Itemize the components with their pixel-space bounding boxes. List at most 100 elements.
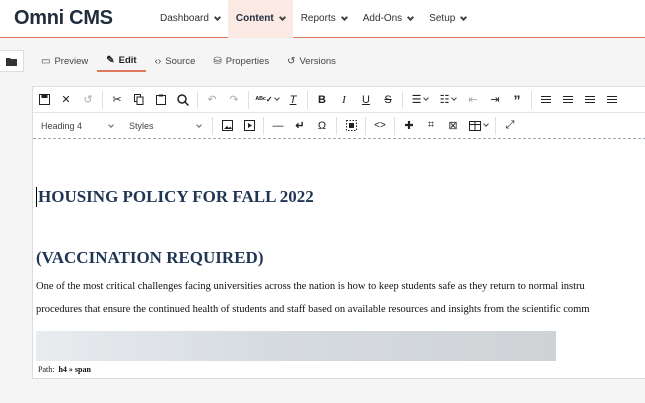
special-character-button[interactable]: Ω <box>311 115 333 137</box>
tab-preview[interactable]: ▭ Preview <box>32 50 97 72</box>
outdent-icon: ⇤ <box>468 94 478 106</box>
indent-icon: ⇥ <box>490 94 500 106</box>
crop-icon: ⌗ <box>427 119 435 131</box>
nav-content[interactable]: Content <box>227 0 293 38</box>
fullscreen-button[interactable]: ⤢ <box>499 115 521 137</box>
show-blocks-button[interactable] <box>340 115 362 137</box>
document-subheading[interactable]: (VACCINATION REQUIRED) <box>36 248 263 268</box>
gadgets-button[interactable]: ✚ <box>398 115 420 137</box>
align-center-icon <box>563 98 573 101</box>
search-icon <box>177 93 189 106</box>
chevron-down-icon <box>460 13 468 21</box>
tab-source-label: Source <box>165 55 196 67</box>
fullscreen-icon: ⤢ <box>505 119 515 131</box>
find-button[interactable] <box>172 89 194 111</box>
tab-source[interactable]: ‹› Source <box>146 50 205 72</box>
revert-icon: ↺ <box>83 94 93 106</box>
paste-button[interactable] <box>150 89 172 111</box>
nav-add-ons-label: Add-Ons <box>362 13 403 24</box>
toolbar-separator <box>402 90 403 109</box>
chevron-down-icon <box>273 95 280 101</box>
insert-media-button[interactable] <box>238 115 260 137</box>
crop-button[interactable]: ⌗ <box>420 115 442 137</box>
snippet-button[interactable]: ⊠ <box>442 115 464 137</box>
tab-versions[interactable]: ↺ Versions <box>278 50 345 72</box>
wysiwyg-editor: ✕ ↺ ✂ ↶ ↷ ᴬᴮᶜ✓ T B I U S ☰ ☷ ⇤ ⇥ ” Headi… <box>32 86 645 379</box>
chevron-down-icon <box>423 95 430 101</box>
toolbar-separator <box>365 116 366 135</box>
omni-cms-logo[interactable]: Omni CMS <box>14 7 152 30</box>
chevron-down-icon <box>213 13 221 21</box>
editor-content-area[interactable]: HOUSING POLICY FOR FALL 2022 (VACCINATIO… <box>33 149 645 379</box>
code-icon: ‹› <box>154 55 162 67</box>
chevron-down-icon <box>340 13 348 21</box>
underline-button[interactable]: U <box>355 89 377 111</box>
italic-button[interactable]: I <box>333 89 355 111</box>
tab-properties-label: Properties <box>225 55 270 67</box>
spellcheck-button[interactable]: ᴬᴮᶜ✓ <box>252 89 282 111</box>
paragraph-line[interactable]: procedures that ensure the continued hea… <box>36 304 590 315</box>
toolbar-separator <box>495 116 496 135</box>
format-select[interactable]: Heading 4 <box>33 115 121 137</box>
numbered-list-icon: ☷ <box>439 94 450 106</box>
close-button[interactable]: ✕ <box>55 89 77 111</box>
cut-button[interactable]: ✂ <box>106 89 128 111</box>
nav-dashboard-label: Dashboard <box>160 13 209 24</box>
puzzle-icon: ✚ <box>404 120 414 132</box>
code-icon: <> <box>374 120 386 131</box>
pencil-icon: ✎ <box>106 54 115 66</box>
document-heading[interactable]: HOUSING POLICY FOR FALL 2022 <box>36 187 314 207</box>
image-placeholder[interactable] <box>36 331 556 361</box>
bold-button[interactable]: B <box>311 89 333 111</box>
indent-button[interactable]: ⇥ <box>484 89 506 111</box>
redo-button[interactable]: ↷ <box>223 89 245 111</box>
align-right-button[interactable] <box>579 89 601 111</box>
toolbar-separator <box>102 90 103 109</box>
media-icon <box>243 120 255 131</box>
format-select-value: Heading 4 <box>41 120 83 131</box>
chevron-down-icon <box>407 13 415 21</box>
horizontal-rule-icon: — <box>272 119 284 132</box>
path-value[interactable]: h4 » span <box>58 365 90 374</box>
justify-button[interactable] <box>601 89 623 111</box>
paragraph-line[interactable]: One of the most critical challenges faci… <box>36 281 585 292</box>
nav-reports[interactable]: Reports <box>293 0 355 38</box>
tab-properties[interactable]: ⛁ Properties <box>204 50 278 72</box>
nav-content-label: Content <box>235 13 274 24</box>
nav-setup[interactable]: Setup <box>421 0 474 38</box>
underline-icon: U <box>362 93 370 106</box>
outdent-button[interactable]: ⇤ <box>462 89 484 111</box>
toolbar-separator <box>197 90 198 109</box>
monitor-icon: ▭ <box>41 55 51 67</box>
file-browser-toggle[interactable] <box>0 50 24 72</box>
line-break-button[interactable]: ↵ <box>289 115 311 137</box>
table-icon <box>468 120 481 131</box>
horizontal-rule-button[interactable]: — <box>267 115 289 137</box>
nav-add-ons[interactable]: Add-Ons <box>355 0 421 38</box>
insert-image-button[interactable] <box>216 115 238 137</box>
blockquote-button[interactable]: ” <box>506 89 528 111</box>
save-button[interactable] <box>33 89 55 111</box>
source-code-button[interactable]: <> <box>369 115 391 137</box>
toolbar-separator <box>394 116 395 135</box>
toolbar-separator <box>248 90 249 109</box>
tab-edit-label: Edit <box>118 54 137 66</box>
bullet-list-button[interactable]: ☰ <box>406 89 434 111</box>
strikethrough-button[interactable]: S <box>377 89 399 111</box>
numbered-list-button[interactable]: ☷ <box>434 89 462 111</box>
copy-button[interactable] <box>128 89 150 111</box>
snippet-icon: ⊠ <box>448 120 458 132</box>
undo-button[interactable]: ↶ <box>201 89 223 111</box>
align-center-button[interactable] <box>557 89 579 111</box>
styles-select[interactable]: Styles <box>121 115 209 137</box>
revert-button[interactable]: ↺ <box>77 89 99 111</box>
align-left-button[interactable] <box>535 89 557 111</box>
tab-edit[interactable]: ✎ Edit <box>97 50 146 72</box>
history-icon: ↺ <box>287 55 296 67</box>
table-button[interactable] <box>464 115 492 137</box>
clear-formatting-button[interactable]: T <box>282 89 304 111</box>
nav-dashboard[interactable]: Dashboard <box>152 0 228 38</box>
tab-versions-label: Versions <box>299 55 336 67</box>
tab-preview-label: Preview <box>54 55 89 67</box>
editor-toolbar-row-2: Heading 4 Styles — ↵ Ω <> ✚ ⌗ ⊠ ⤢ <box>33 113 645 139</box>
